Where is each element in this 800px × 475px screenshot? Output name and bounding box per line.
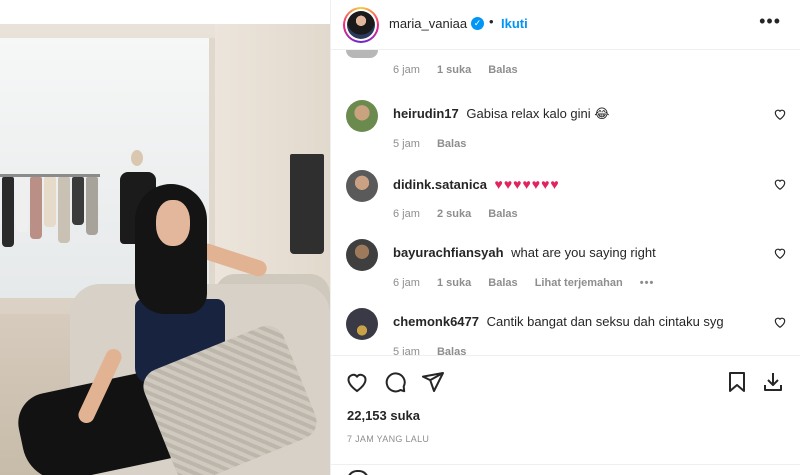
post-photo[interactable]	[0, 0, 330, 475]
commenter-avatar[interactable]	[346, 239, 378, 271]
comment-time: 6 jam	[393, 277, 420, 289]
reply-button[interactable]: Balas	[437, 138, 466, 150]
comment-text: heirudin17 Gabisa relax kalo gini 😂	[393, 106, 609, 122]
emoji-icon[interactable]	[347, 470, 369, 475]
avatar[interactable]	[343, 7, 379, 43]
commenter-username[interactable]: heirudin17	[393, 106, 459, 121]
comment-body: what are you saying right	[511, 245, 656, 260]
commenter-username[interactable]: didink.satanica	[393, 177, 487, 192]
comment-bubble-icon[interactable]	[383, 370, 407, 394]
comment-item: chemonk6477 Cantik bangat dan seksu dah …	[331, 308, 800, 355]
comment-meta: 6 jam 1 suka Balas Lihat terjemahan •••	[393, 277, 668, 289]
mannequin-head	[131, 150, 143, 166]
comment-body: Cantik bangat dan seksu dah cintaku syg	[486, 314, 724, 329]
comment-likes[interactable]: 1 suka	[437, 277, 471, 289]
photo-scene	[0, 24, 330, 475]
post-side-panel: maria_vaniaa ✓ • Ikuti ••• 6 jam 1 suka …	[330, 0, 800, 475]
comment-text: chemonk6477 Cantik bangat dan seksu dah …	[393, 314, 724, 329]
comment-meta: 5 jam Balas	[393, 138, 480, 150]
comment-item: bayurachfiansyah what are you saying rig…	[331, 239, 800, 299]
comment-meta: 6 jam 2 suka Balas	[393, 208, 532, 220]
comment-likes[interactable]: 1 suka	[437, 64, 471, 76]
comment-more-icon[interactable]: •••	[640, 277, 655, 289]
hanging-garment	[290, 154, 324, 254]
comment-time: 5 jam	[393, 346, 420, 355]
like-comment-icon[interactable]	[773, 246, 787, 260]
more-options-icon[interactable]: •••	[759, 11, 781, 32]
like-comment-icon[interactable]	[773, 315, 787, 329]
comment-text: didink.satanica ♥♥♥♥♥♥♥	[393, 176, 560, 192]
download-icon[interactable]	[761, 370, 785, 394]
post-header: maria_vaniaa ✓ • Ikuti •••	[331, 0, 800, 50]
post-time-ago: 7 JAM YANG LALU	[347, 434, 430, 444]
verified-badge-icon: ✓	[471, 17, 484, 30]
reply-button[interactable]: Balas	[437, 346, 466, 355]
hanging-garment	[72, 177, 84, 225]
like-comment-icon[interactable]	[773, 107, 787, 121]
divider	[331, 464, 800, 465]
likes-count[interactable]: 22,153 suka	[347, 408, 420, 423]
photo-top-gap	[0, 0, 330, 24]
hanging-garment	[58, 177, 70, 243]
comments-list[interactable]: 6 jam 1 suka Balas heirudin17 Gabisa rel…	[331, 50, 800, 355]
comment-body: Gabisa relax kalo gini 😂	[466, 106, 610, 121]
save-bookmark-icon[interactable]	[725, 370, 749, 394]
reply-button[interactable]: Balas	[488, 277, 517, 289]
reply-button[interactable]: Balas	[488, 64, 517, 76]
comment-time: 6 jam	[393, 208, 420, 220]
hanging-garment	[30, 177, 42, 239]
commenter-avatar[interactable]	[346, 170, 378, 202]
comment-meta: 5 jam Balas	[393, 346, 480, 355]
commenter-avatar[interactable]	[346, 308, 378, 340]
author-username[interactable]: maria_vaniaa	[389, 16, 467, 31]
hanging-garment	[2, 177, 14, 247]
comment-meta: 6 jam 1 suka Balas	[393, 64, 532, 76]
hanging-garment	[44, 177, 56, 227]
see-translation-link[interactable]: Lihat terjemahan	[535, 277, 623, 289]
commenter-avatar[interactable]	[346, 100, 378, 132]
separator-dot: •	[489, 14, 494, 29]
partial-avatar	[346, 50, 378, 58]
comment-time: 5 jam	[393, 138, 420, 150]
person-face	[156, 200, 190, 246]
follow-button[interactable]: Ikuti	[501, 16, 528, 31]
like-comment-icon[interactable]	[773, 177, 787, 191]
comment-time: 6 jam	[393, 64, 420, 76]
comment-item: heirudin17 Gabisa relax kalo gini 😂 5 ja…	[331, 100, 800, 160]
commenter-username[interactable]: bayurachfiansyah	[393, 245, 504, 260]
share-paperplane-icon[interactable]	[421, 370, 445, 394]
like-heart-icon[interactable]	[345, 370, 369, 394]
comment-body: ♥♥♥♥♥♥♥	[494, 176, 560, 192]
reply-button[interactable]: Balas	[488, 208, 517, 220]
commenter-username[interactable]: chemonk6477	[393, 314, 479, 329]
comment-item: didink.satanica ♥♥♥♥♥♥♥ 6 jam 2 suka Bal…	[331, 170, 800, 230]
post-actions: 22,153 suka 7 JAM YANG LALU	[331, 355, 800, 475]
hanging-garment	[16, 177, 28, 232]
hanging-garment	[86, 177, 98, 235]
comment-text: bayurachfiansyah what are you saying rig…	[393, 245, 656, 260]
comment-likes[interactable]: 2 suka	[437, 208, 471, 220]
